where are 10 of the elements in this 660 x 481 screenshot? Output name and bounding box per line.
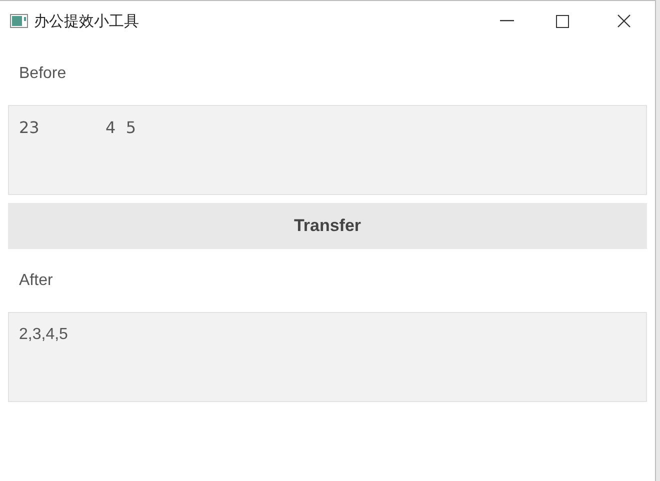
minimize-icon[interactable] bbox=[500, 20, 514, 22]
output-field[interactable]: 2,3,4,5 bbox=[8, 312, 647, 402]
field-label: Before bbox=[19, 64, 66, 84]
app-icon bbox=[10, 14, 28, 28]
input-field[interactable]: 23 4 5 bbox=[8, 105, 647, 195]
maximize-icon[interactable] bbox=[556, 14, 569, 28]
transfer-button[interactable]: Transfer bbox=[8, 203, 647, 249]
window-title: 办公提效小工具 bbox=[34, 10, 139, 32]
close-icon[interactable] bbox=[617, 14, 631, 28]
field-label: After bbox=[19, 271, 53, 291]
